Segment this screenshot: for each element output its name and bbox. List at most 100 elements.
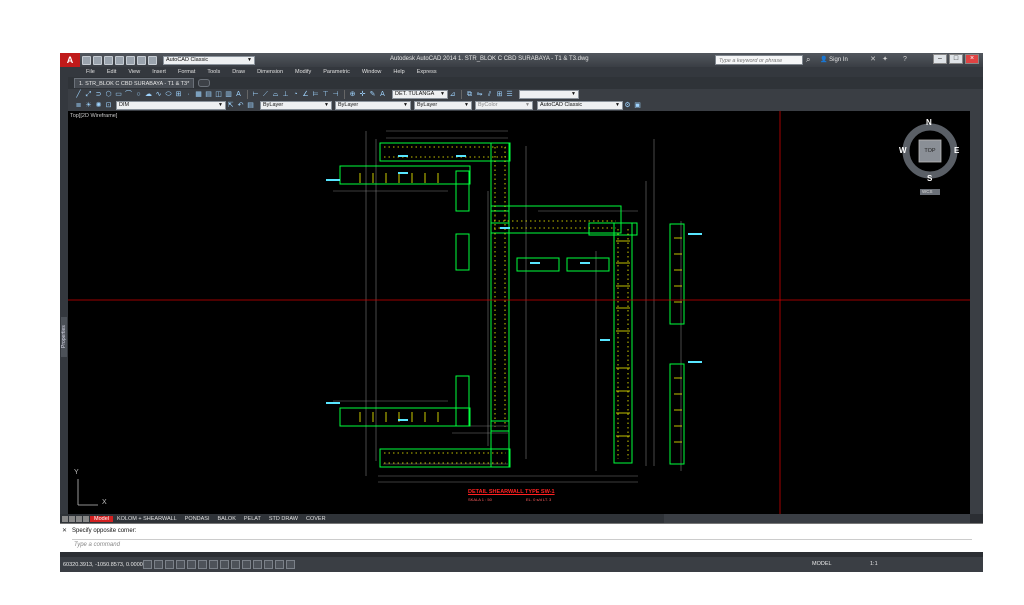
print-icon[interactable]: [126, 55, 135, 65]
make-current-icon[interactable]: ⇱: [226, 101, 235, 110]
viewcube-top-face[interactable]: TOP: [921, 148, 939, 154]
quick-dim-icon[interactable]: ⊨: [311, 90, 320, 99]
annotative-scale-select[interactable]: ▼: [519, 90, 579, 99]
open-icon[interactable]: [93, 55, 102, 65]
linetype-select[interactable]: ByLayer ▼: [335, 101, 411, 110]
layout-tab-cover[interactable]: COVER: [302, 516, 330, 522]
help-icon[interactable]: ?: [900, 55, 910, 65]
construction-line-icon[interactable]: ⤢: [84, 90, 93, 99]
close-button[interactable]: ×: [965, 54, 979, 64]
vertical-scrollbar[interactable]: [970, 111, 983, 514]
ortho-mode-icon[interactable]: [176, 560, 185, 569]
close-icon[interactable]: ✕: [62, 527, 67, 534]
properties-icon[interactable]: ☰: [505, 90, 514, 99]
search-input[interactable]: Type a keyword or phrase: [715, 55, 803, 65]
saveas-icon[interactable]: [115, 55, 124, 65]
redo-icon[interactable]: [148, 55, 157, 65]
next-layout-icon[interactable]: [76, 515, 82, 522]
binoculars-icon[interactable]: ⌕: [806, 55, 816, 65]
menu-insert[interactable]: Insert: [146, 69, 172, 75]
offset-icon[interactable]: ⫽: [485, 90, 494, 99]
tolerance-icon[interactable]: ⊕: [348, 90, 357, 99]
undo-icon[interactable]: [137, 55, 146, 65]
3d-object-snap-icon[interactable]: [209, 560, 218, 569]
layer-state-icon[interactable]: ▤: [246, 101, 255, 110]
maximize-button[interactable]: □: [949, 54, 963, 64]
horizontal-scrollbar[interactable]: [664, 514, 970, 523]
menu-dimension[interactable]: Dimension: [251, 69, 289, 75]
dim-linear-icon[interactable]: ⊢: [251, 90, 260, 99]
menu-window[interactable]: Window: [356, 69, 388, 75]
object-snap-tracking-icon[interactable]: [220, 560, 229, 569]
point-icon[interactable]: ·: [184, 90, 193, 99]
properties-palette-tab[interactable]: Properties: [61, 317, 67, 357]
layer-previous-icon[interactable]: ↶: [236, 101, 245, 110]
color-select[interactable]: ByLayer ▼: [260, 101, 332, 110]
workspace-select-2[interactable]: AutoCAD Classic ▼: [537, 101, 623, 110]
infer-constraints-icon[interactable]: [143, 560, 152, 569]
polyline-icon[interactable]: ⊃: [94, 90, 103, 99]
layout-tab-pelat[interactable]: PELAT: [240, 516, 265, 522]
menu-format[interactable]: Format: [172, 69, 201, 75]
mirror-icon[interactable]: ⇋: [475, 90, 484, 99]
previous-layout-icon[interactable]: [69, 515, 75, 522]
layer-select[interactable]: DIM ▼: [116, 101, 226, 110]
viewcube-east[interactable]: E: [954, 146, 959, 155]
drawing-canvas[interactable]: Top][2D Wireframe] N S E W TOP WCS Y X D…: [68, 111, 970, 514]
menu-modify[interactable]: Modify: [289, 69, 317, 75]
dim-aligned-icon[interactable]: ⟋: [261, 90, 270, 99]
menu-view[interactable]: View: [122, 69, 146, 75]
lineweight-icon[interactable]: [253, 560, 262, 569]
layout-tab-balok[interactable]: BALOK: [214, 516, 240, 522]
layout-tab-pondasi[interactable]: PONDASI: [181, 516, 214, 522]
line-icon[interactable]: ╱: [74, 90, 83, 99]
dim-continue-icon[interactable]: ⊣: [331, 90, 340, 99]
exchange-icon[interactable]: ✕: [868, 55, 878, 65]
center-mark-icon[interactable]: ✛: [358, 90, 367, 99]
sign-in-button[interactable]: 👤 Sign In: [820, 56, 848, 63]
annotation-scale[interactable]: 1:1: [870, 561, 878, 567]
object-snap-icon[interactable]: [198, 560, 207, 569]
layout-tab-model[interactable]: Model: [90, 515, 113, 522]
menu-help[interactable]: Help: [387, 69, 410, 75]
lightbulb-icon[interactable]: ☀: [84, 101, 93, 110]
minimize-button[interactable]: –: [933, 54, 947, 64]
dim-ordinate-icon[interactable]: ⊥: [281, 90, 290, 99]
application-menu-button[interactable]: A: [60, 53, 80, 67]
workspace-select[interactable]: AutoCAD Classic ▼: [163, 55, 255, 65]
hatch-icon[interactable]: ▦: [194, 90, 203, 99]
ellipse-icon[interactable]: ⬭: [164, 90, 173, 99]
dim-radius-icon[interactable]: ◔: [291, 90, 300, 99]
new-tab-button[interactable]: [198, 79, 211, 87]
customize-icon[interactable]: ▣: [633, 101, 642, 110]
rectangle-icon[interactable]: ▭: [114, 90, 123, 99]
menu-express[interactable]: Express: [411, 69, 443, 75]
model-space-toggle[interactable]: MODEL: [812, 561, 832, 567]
layout-tab-kolom-shearwall[interactable]: KOLOM + SHEARWALL: [113, 516, 181, 522]
snap-mode-icon[interactable]: [154, 560, 163, 569]
table-icon[interactable]: ▥: [224, 90, 233, 99]
new-icon[interactable]: [82, 55, 91, 65]
layer-properties-icon[interactable]: ≣: [74, 101, 83, 110]
insert-block-icon[interactable]: ⊞: [174, 90, 183, 99]
viewport-label[interactable]: Top][2D Wireframe]: [70, 113, 117, 119]
menu-file[interactable]: File: [80, 69, 101, 75]
dimstyle-select[interactable]: DET. TULANGA ▼: [392, 90, 448, 99]
polygon-icon[interactable]: ⬡: [104, 90, 113, 99]
quick-properties-icon[interactable]: [275, 560, 284, 569]
menu-draw[interactable]: Draw: [226, 69, 251, 75]
layout-tab-std-draw[interactable]: STD DRAW: [265, 516, 302, 522]
copy-icon[interactable]: ⧉: [465, 90, 474, 99]
command-input[interactable]: Type a command: [72, 539, 972, 549]
sun-freeze-icon[interactable]: ✺: [94, 101, 103, 110]
menu-edit[interactable]: Edit: [101, 69, 122, 75]
coordinate-readout[interactable]: 60320.3913, -1050.8573, 0.0000: [63, 562, 143, 568]
dim-angular-icon[interactable]: ∠: [301, 90, 310, 99]
selection-cycling-icon[interactable]: [286, 560, 295, 569]
dim-edit-icon[interactable]: ✎: [368, 90, 377, 99]
grid-display-icon[interactable]: [165, 560, 174, 569]
region-icon[interactable]: ◫: [214, 90, 223, 99]
dynamic-input-icon[interactable]: [242, 560, 251, 569]
save-icon[interactable]: [104, 55, 113, 65]
circle-icon[interactable]: ○: [134, 90, 143, 99]
